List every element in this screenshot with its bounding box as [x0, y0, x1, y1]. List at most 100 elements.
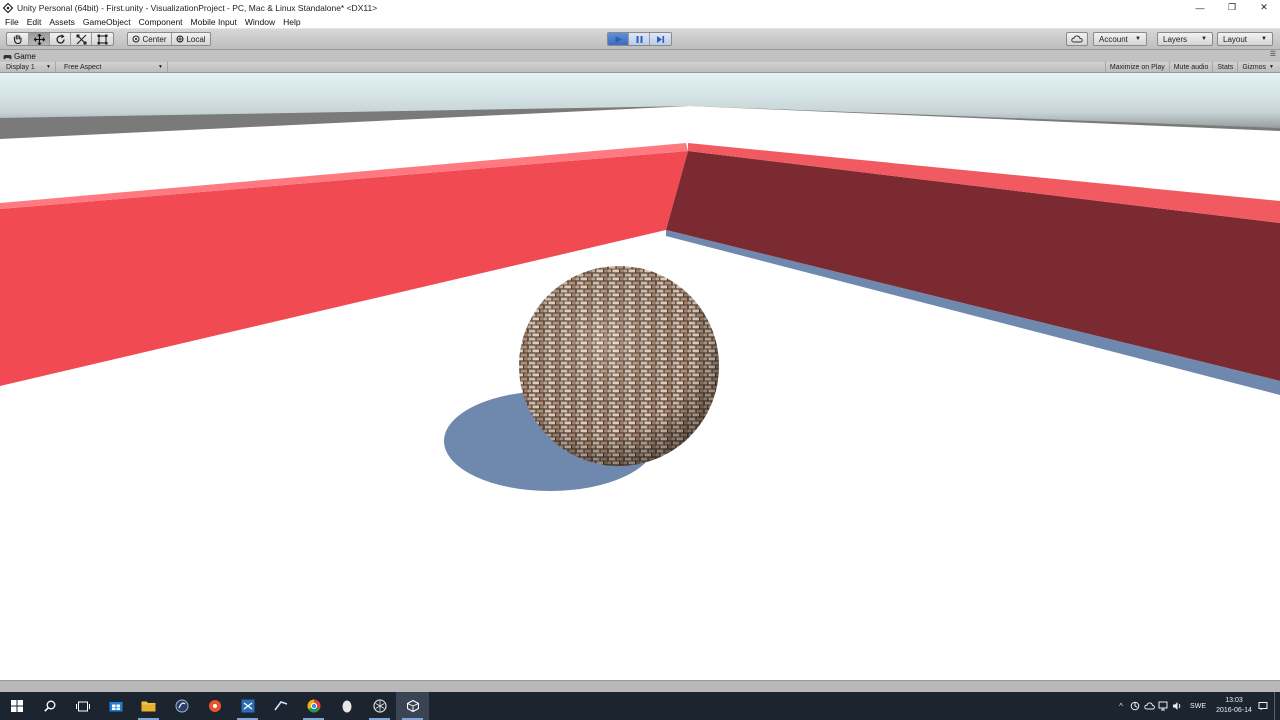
taskbar-unity-editor[interactable] — [396, 692, 429, 720]
taskbar-app-8[interactable] — [330, 692, 363, 720]
taskbar-unity-hub[interactable] — [363, 692, 396, 720]
maximize-on-play-button[interactable]: Maximize on Play — [1104, 62, 1169, 72]
notifications-icon[interactable] — [1256, 692, 1270, 720]
taskbar-steam[interactable] — [264, 692, 297, 720]
tab-menu-icon[interactable]: ☰ — [1270, 50, 1276, 58]
unity-logo-icon — [2, 2, 14, 14]
clock[interactable]: 13:03 2016-06-14 — [1212, 696, 1256, 716]
display-dropdown[interactable]: Display 1 ▼ — [2, 62, 56, 72]
game-tab-bar: Game ☰ — [0, 50, 1280, 62]
menu-gameobject[interactable]: GameObject — [79, 15, 135, 29]
unity-icon — [372, 699, 387, 713]
gizmos-dropdown[interactable]: Gizmos ▼ — [1237, 62, 1278, 72]
pause-button[interactable] — [629, 33, 650, 45]
menu-component[interactable]: Component — [135, 15, 187, 29]
search-icon — [43, 700, 55, 712]
app-circle-icon — [175, 699, 188, 713]
chevron-down-icon: ▼ — [46, 64, 51, 70]
chevron-down-icon: ▼ — [158, 64, 163, 70]
layout-label: Layout — [1223, 34, 1248, 44]
pivot-local-button[interactable]: Local — [172, 33, 210, 45]
taskbar-app-store[interactable] — [99, 692, 132, 720]
window-title: Unity Personal (64bit) - First.unity - V… — [17, 2, 378, 13]
show-desktop-button[interactable] — [1274, 692, 1280, 720]
menu-bar: File Edit Assets GameObject Component Mo… — [0, 15, 1280, 29]
step-button[interactable] — [650, 33, 671, 45]
steam-icon — [273, 701, 287, 711]
move-icon — [33, 33, 45, 45]
display-label: Display 1 — [6, 63, 35, 71]
windows-logo-icon — [10, 700, 23, 712]
taskbar-chrome[interactable] — [297, 692, 330, 720]
task-view-icon — [75, 701, 90, 711]
pivot-toggles: Center Local — [127, 32, 211, 46]
layout-dropdown[interactable]: Layout ▼ — [1217, 32, 1273, 46]
scale-icon — [76, 34, 86, 44]
hand-tool-button[interactable] — [7, 33, 29, 45]
rotate-icon — [55, 33, 65, 44]
aspect-label: Free Aspect — [64, 63, 102, 71]
pivot-center-button[interactable]: Center — [128, 33, 172, 45]
taskbar-app-3[interactable] — [165, 692, 198, 720]
game-view-icon — [3, 54, 12, 59]
menu-mobile-input[interactable]: Mobile Input — [187, 15, 241, 29]
system-tray: ^ SWE 13:03 2016-06-14 — [1114, 692, 1280, 720]
clock-time: 13:03 — [1225, 697, 1243, 704]
pivot-center-label: Center — [142, 34, 167, 44]
cloud-icon — [1071, 35, 1083, 43]
restore-button[interactable]: ❐ — [1216, 0, 1248, 15]
layers-dropdown[interactable]: Layers ▼ — [1157, 32, 1213, 46]
transform-tools — [6, 32, 114, 46]
menu-assets[interactable]: Assets — [45, 15, 79, 29]
taskbar-visual-studio[interactable] — [231, 692, 264, 720]
move-tool-button[interactable] — [29, 33, 50, 45]
input-language[interactable]: SWE — [1190, 703, 1206, 710]
game-viewport[interactable] — [0, 73, 1280, 680]
visual-studio-icon — [241, 699, 254, 713]
search-button[interactable] — [33, 692, 66, 720]
gizmos-label: Gizmos — [1242, 63, 1267, 71]
scale-tool-button[interactable] — [71, 33, 92, 45]
menu-help[interactable]: Help — [279, 15, 304, 29]
rotate-tool-button[interactable] — [50, 33, 71, 45]
stats-button[interactable]: Stats — [1212, 62, 1237, 72]
rect-icon — [97, 34, 108, 44]
tray-app-icon[interactable] — [1128, 692, 1142, 720]
menu-file[interactable]: File — [0, 15, 23, 29]
cloud-button[interactable] — [1066, 32, 1088, 46]
close-button[interactable]: ✕ — [1248, 0, 1280, 15]
play-button[interactable] — [608, 33, 629, 45]
network-icon[interactable] — [1156, 692, 1170, 720]
taskbar-file-explorer[interactable] — [132, 692, 165, 720]
status-strip — [0, 680, 1280, 692]
minimize-button[interactable]: — — [1184, 0, 1216, 15]
mute-audio-button[interactable]: Mute audio — [1168, 62, 1213, 72]
layers-label: Layers — [1163, 34, 1188, 44]
game-view-toggles: Maximize on Play Mute audio Stats Gizmos… — [1104, 62, 1278, 72]
start-button[interactable] — [0, 692, 33, 720]
rect-tool-button[interactable] — [92, 33, 113, 45]
windows-taskbar: ^ SWE 13:03 2016-06-14 — [0, 692, 1280, 720]
account-label: Account — [1099, 34, 1128, 44]
chevron-up-icon[interactable]: ^ — [1114, 692, 1128, 720]
aspect-dropdown[interactable]: Free Aspect ▼ — [60, 62, 168, 72]
brick-ball — [519, 266, 719, 466]
taskbar-app-4[interactable] — [198, 692, 231, 720]
clock-date: 2016-06-14 — [1216, 707, 1252, 714]
game-tab[interactable]: Game — [3, 51, 36, 62]
account-dropdown[interactable]: Account ▼ — [1093, 32, 1147, 46]
cloud-sync-icon[interactable] — [1142, 692, 1156, 720]
task-view-button[interactable] — [66, 692, 99, 720]
pivot-local-icon — [176, 35, 184, 43]
pause-icon — [636, 35, 642, 43]
chevron-down-icon: ▼ — [1201, 36, 1207, 42]
unity-editor-icon — [406, 700, 419, 712]
menu-window[interactable]: Window — [241, 15, 279, 29]
menu-edit[interactable]: Edit — [23, 15, 46, 29]
main-toolbar: Center Local Account ▼ Layers ▼ Layout ▼ — [0, 29, 1280, 50]
app-orange-icon — [208, 700, 221, 712]
play-controls — [607, 32, 672, 46]
store-icon — [109, 702, 122, 712]
volume-icon[interactable] — [1170, 692, 1184, 720]
chevron-down-icon: ▼ — [1135, 36, 1141, 42]
